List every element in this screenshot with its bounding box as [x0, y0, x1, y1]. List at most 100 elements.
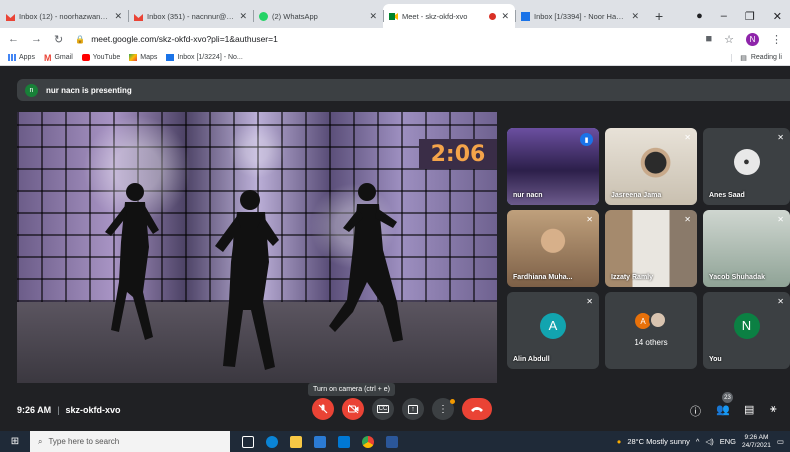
others-photo — [649, 311, 667, 329]
windows-start-icon[interactable]: ⊞ — [0, 436, 30, 447]
more-vert-icon: ⋮ — [438, 403, 448, 415]
people-count-badge: 23 — [722, 392, 733, 403]
close-tab-icon[interactable]: ✕ — [631, 11, 639, 22]
back-icon[interactable]: ← — [8, 33, 19, 45]
tab-title: Inbox [1/3394] - Noor Hazwa — [534, 11, 627, 21]
camera-tooltip: Turn on camera (ctrl + e) — [308, 383, 395, 396]
chat-icon[interactable]: ▤ — [744, 403, 754, 416]
taskbar-search[interactable]: ⌕ Type here to search — [30, 431, 230, 452]
participant-name: Alin Abdull — [513, 356, 550, 363]
captions-button[interactable]: CC — [372, 398, 394, 420]
bookmark-maps[interactable]: Maps — [129, 54, 157, 61]
participant-tile[interactable]: ✕ Jasreena Jama — [605, 128, 697, 205]
volume-icon[interactable]: ◁) — [705, 437, 713, 446]
tab-inbox[interactable]: Inbox [1/3394] - Noor Hazwa ✕ — [515, 4, 645, 28]
muted-mic-icon: ✕ — [777, 215, 784, 224]
activities-icon[interactable]: ⚹ — [770, 403, 777, 416]
bookmark-gmail[interactable]: M Gmail — [44, 53, 73, 63]
participant-tile[interactable]: ✕ Fardhiana Muha... — [507, 210, 599, 287]
self-avatar: N — [733, 312, 760, 339]
chrome-icon[interactable] — [362, 435, 374, 448]
weather-text[interactable]: 28°C Mostly sunny — [627, 437, 690, 446]
bookmark-inbox[interactable]: Inbox [1/3224] - No... — [166, 54, 243, 61]
camera-off-icon — [347, 404, 358, 414]
youtube-icon — [81, 54, 90, 61]
address-bar[interactable]: 🔒 meet.google.com/skz-okfd-xvo?pli=1&aut… — [75, 31, 693, 47]
minimize-icon[interactable]: – — [721, 10, 727, 22]
meeting-info: 9:26 AM | skz-okfd-xvo — [17, 405, 121, 415]
bookmark-label: Inbox [1/3224] - No... — [177, 54, 243, 61]
window-controls: ● – ❐ ✕ — [696, 4, 790, 28]
participant-name: Fardhiana Muha... — [513, 274, 573, 281]
camera-indicator-icon[interactable]: ■ — [705, 33, 712, 45]
close-tab-icon[interactable]: ✕ — [369, 11, 377, 22]
close-tab-icon[interactable]: ✕ — [501, 11, 509, 22]
tab-title: Meet - skz-okfd-xvo — [402, 11, 468, 21]
menu-icon[interactable]: ⋮ — [771, 33, 782, 46]
tab-gmail-1[interactable]: Inbox (12) - noorhazwan556 ✕ — [0, 4, 128, 28]
participant-tile[interactable]: ✕ Izzaty Ramly — [605, 210, 697, 287]
muted-mic-icon: ✕ — [777, 133, 784, 142]
language-indicator[interactable]: ENG — [720, 437, 736, 446]
file-explorer-icon[interactable] — [290, 435, 302, 448]
profile-avatar[interactable]: N — [746, 32, 759, 46]
meet-icon — [389, 12, 398, 21]
chevron-up-icon[interactable]: ^ — [696, 437, 700, 446]
weather-icon: ● — [616, 437, 622, 446]
presenting-banner: n nur nacn is presenting — [17, 79, 790, 101]
close-tab-icon[interactable]: ✕ — [239, 11, 247, 22]
gmail-icon: M — [43, 52, 52, 63]
people-icon[interactable]: 👥 — [716, 403, 730, 416]
tab-title: Inbox (351) - nacnnur@gmai — [147, 11, 235, 21]
gmail-icon — [6, 12, 15, 21]
meeting-details-icon[interactable]: ⓘ — [690, 403, 701, 419]
bookmark-apps[interactable]: Apps — [8, 54, 35, 61]
participant-tile[interactable]: A ✕ Alin Abdull — [507, 292, 599, 369]
search-placeholder: Type here to search — [48, 437, 120, 446]
bookmark-star-icon[interactable]: ☆ — [724, 33, 734, 46]
mail-app-icon[interactable] — [338, 435, 350, 448]
speaking-indicator-icon: ▮ — [580, 133, 593, 146]
present-now-button[interactable]: ↑ — [402, 398, 424, 420]
bookmarks-bar: Apps M Gmail YouTube Maps Inbox [1/3224]… — [0, 50, 790, 66]
maximize-icon[interactable]: ❐ — [745, 10, 755, 23]
close-tab-icon[interactable]: ✕ — [114, 11, 122, 22]
leave-call-button[interactable] — [462, 398, 492, 420]
others-tile[interactable]: A 14 others — [605, 292, 697, 369]
windows-taskbar: ⊞ ⌕ Type here to search ● 28°C Mostly su… — [0, 431, 790, 452]
tab-meet[interactable]: Meet - skz-okfd-xvo ✕ — [383, 4, 515, 28]
muted-mic-icon: ✕ — [684, 133, 691, 142]
new-tab-button[interactable]: + — [645, 4, 673, 28]
bookmark-youtube[interactable]: YouTube — [81, 54, 120, 61]
edge-icon[interactable] — [266, 435, 278, 448]
participant-tile[interactable]: ✕ Yacob Shuhadak — [703, 210, 790, 287]
forward-icon[interactable]: → — [31, 33, 42, 45]
reading-list-button[interactable]: ▤ Reading li — [731, 53, 782, 62]
gmail-icon — [134, 12, 143, 21]
recording-indicator-icon — [489, 12, 497, 20]
participant-tile[interactable]: ▮ nur nacn — [507, 128, 599, 205]
store-icon[interactable] — [314, 435, 326, 448]
captions-icon: CC — [376, 405, 390, 413]
tab-gmail-2[interactable]: Inbox (351) - nacnnur@gmai ✕ — [128, 4, 253, 28]
taskbar-clock[interactable]: 9:26 AM 24/7/2021 — [742, 434, 771, 450]
self-tile[interactable]: N ✕ You — [703, 292, 790, 369]
apps-grid-icon — [8, 54, 16, 61]
notifications-icon[interactable]: ▭ — [777, 437, 784, 446]
mail-icon — [521, 11, 530, 21]
notification-dot — [450, 399, 455, 404]
profile-dot-icon[interactable]: ● — [696, 10, 703, 22]
profile-photo: ● — [733, 148, 760, 175]
close-window-icon[interactable]: ✕ — [773, 10, 782, 23]
mic-off-button[interactable] — [312, 398, 334, 420]
meeting-time: 9:26 AM — [17, 405, 52, 415]
word-icon[interactable] — [386, 435, 398, 448]
reload-icon[interactable]: ↻ — [54, 33, 63, 46]
participant-tile[interactable]: ● ✕ Anes Saad — [703, 128, 790, 205]
meeting-code: skz-okfd-xvo — [65, 405, 121, 415]
camera-off-button[interactable] — [342, 398, 364, 420]
participant-name: Izzaty Ramly — [611, 274, 654, 281]
muted-mic-icon: ✕ — [777, 297, 784, 306]
task-view-icon[interactable] — [242, 435, 254, 448]
tab-whatsapp[interactable]: (2) WhatsApp ✕ — [253, 4, 383, 28]
